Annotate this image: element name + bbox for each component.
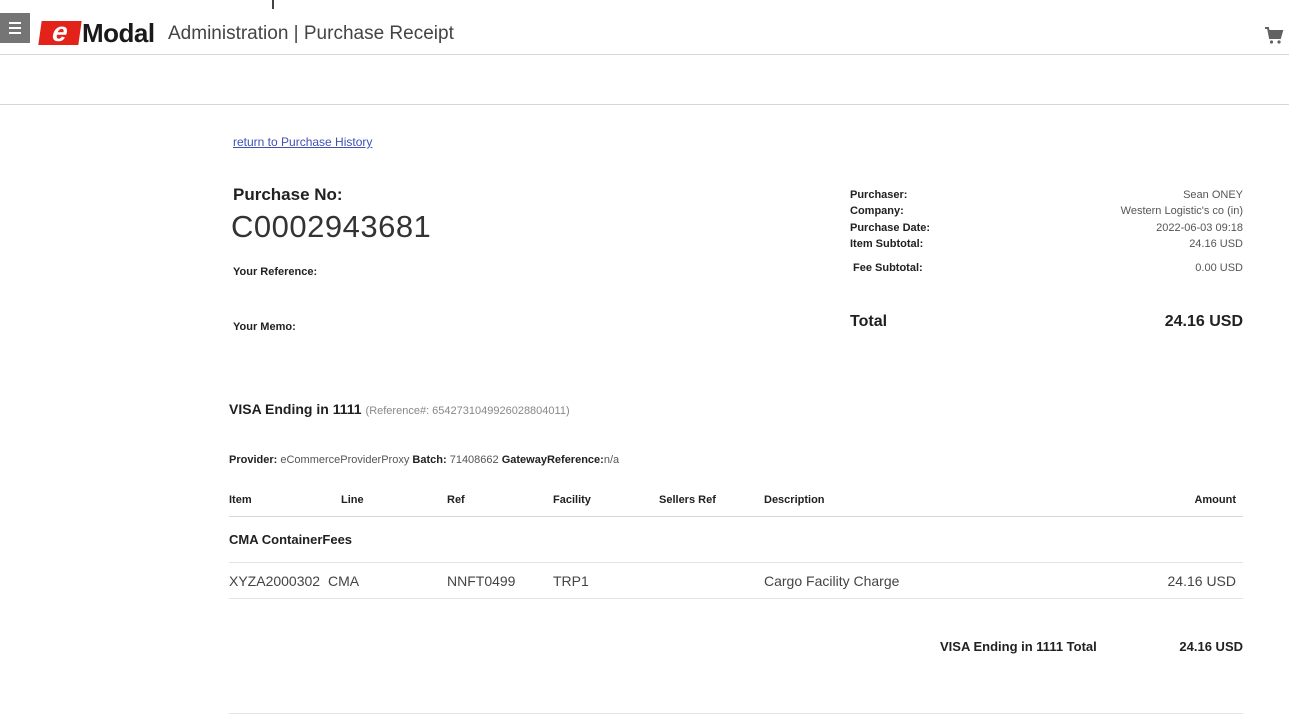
provider-label: Provider: — [229, 454, 278, 466]
your-reference-label: Your Reference: — [233, 266, 318, 278]
batch-label: Batch: — [412, 454, 447, 466]
hamburger-icon[interactable] — [0, 13, 30, 43]
cell-ref: NNFT0499 — [447, 573, 516, 589]
emodal-logo[interactable]: e Modal — [38, 17, 155, 48]
payment-reference: (Reference#: 6542731049926028804011) — [365, 405, 570, 417]
cell-amount: 24.16 USD — [1167, 573, 1236, 589]
col-facility: Facility — [553, 494, 591, 506]
purchase-number: C0002943681 — [231, 209, 432, 244]
purchase-date-label: Purchase Date: — [850, 222, 931, 234]
logo-e-mark: e — [38, 17, 82, 47]
divider — [229, 713, 1243, 714]
item-subtotal-value: 24.16 USD — [1189, 238, 1243, 250]
total-label: Total — [850, 313, 888, 330]
col-ref: Ref — [447, 494, 465, 506]
purchaser-label: Purchaser: — [850, 189, 908, 201]
top-app-bar: e Modal Administration | Purchase Receip… — [0, 0, 1289, 55]
cell-description: Cargo Facility Charge — [764, 573, 900, 589]
card-name: VISA Ending in 1111 — [229, 401, 362, 417]
col-item: Item — [229, 494, 252, 506]
return-to-history-link[interactable]: return to Purchase History — [233, 135, 372, 149]
provider-line: Provider: eCommerceProviderProxy Batch: … — [229, 454, 619, 466]
company-label: Company: — [850, 205, 904, 217]
col-description: Description — [764, 494, 825, 506]
card-total-value: 24.16 USD — [1179, 639, 1243, 654]
payment-method: VISA Ending in 1111 (Reference#: 65427310… — [229, 401, 570, 417]
fee-subtotal-value: 0.00 USD — [1195, 262, 1243, 274]
toolbar-strip — [0, 55, 1289, 105]
table-header: Item Line Ref Facility Sellers Ref Descr… — [229, 485, 1243, 517]
company-value: Western Logistic's co (in) — [1120, 205, 1243, 217]
batch-value: 71408662 — [449, 454, 499, 466]
gateway-label: GatewayReference: — [501, 454, 604, 466]
group-row: CMA ContainerFees — [229, 517, 1243, 563]
purchase-no-label: Purchase No: — [233, 185, 343, 204]
total-value: 24.16 USD — [1164, 313, 1243, 330]
cell-item: XYZA2000302 — [229, 573, 321, 589]
group-title: CMA ContainerFees — [229, 532, 353, 547]
card-total-label: VISA Ending in 1111 Total — [940, 639, 1097, 654]
line-items-table: Item Line Ref Facility Sellers Ref Descr… — [229, 485, 1243, 599]
your-memo-label: Your Memo: — [233, 321, 296, 333]
fee-subtotal-label: Fee Subtotal: — [853, 262, 923, 274]
col-sellers-ref: Sellers Ref — [659, 494, 716, 506]
cell-line: CMA — [328, 573, 360, 589]
page-title: Administration | Purchase Receipt — [168, 23, 454, 44]
table-row: XYZA2000302 CMA NNFT0499 TRP1 Cargo Faci… — [229, 563, 1243, 599]
text-caret — [272, 0, 274, 9]
purchaser-value: Sean ONEY — [1183, 189, 1243, 201]
purchase-date-value: 2022-06-03 09:18 — [1156, 222, 1243, 234]
col-amount: Amount — [1194, 494, 1236, 506]
col-line: Line — [341, 494, 364, 506]
cell-facility: TRP1 — [553, 573, 589, 589]
logo-wordmark: Modal — [82, 17, 155, 48]
gateway-value: n/a — [603, 454, 620, 466]
cart-icon[interactable] — [1264, 26, 1284, 46]
provider-value: eCommerceProviderProxy — [280, 454, 410, 466]
item-subtotal-label: Item Subtotal: — [850, 238, 924, 250]
